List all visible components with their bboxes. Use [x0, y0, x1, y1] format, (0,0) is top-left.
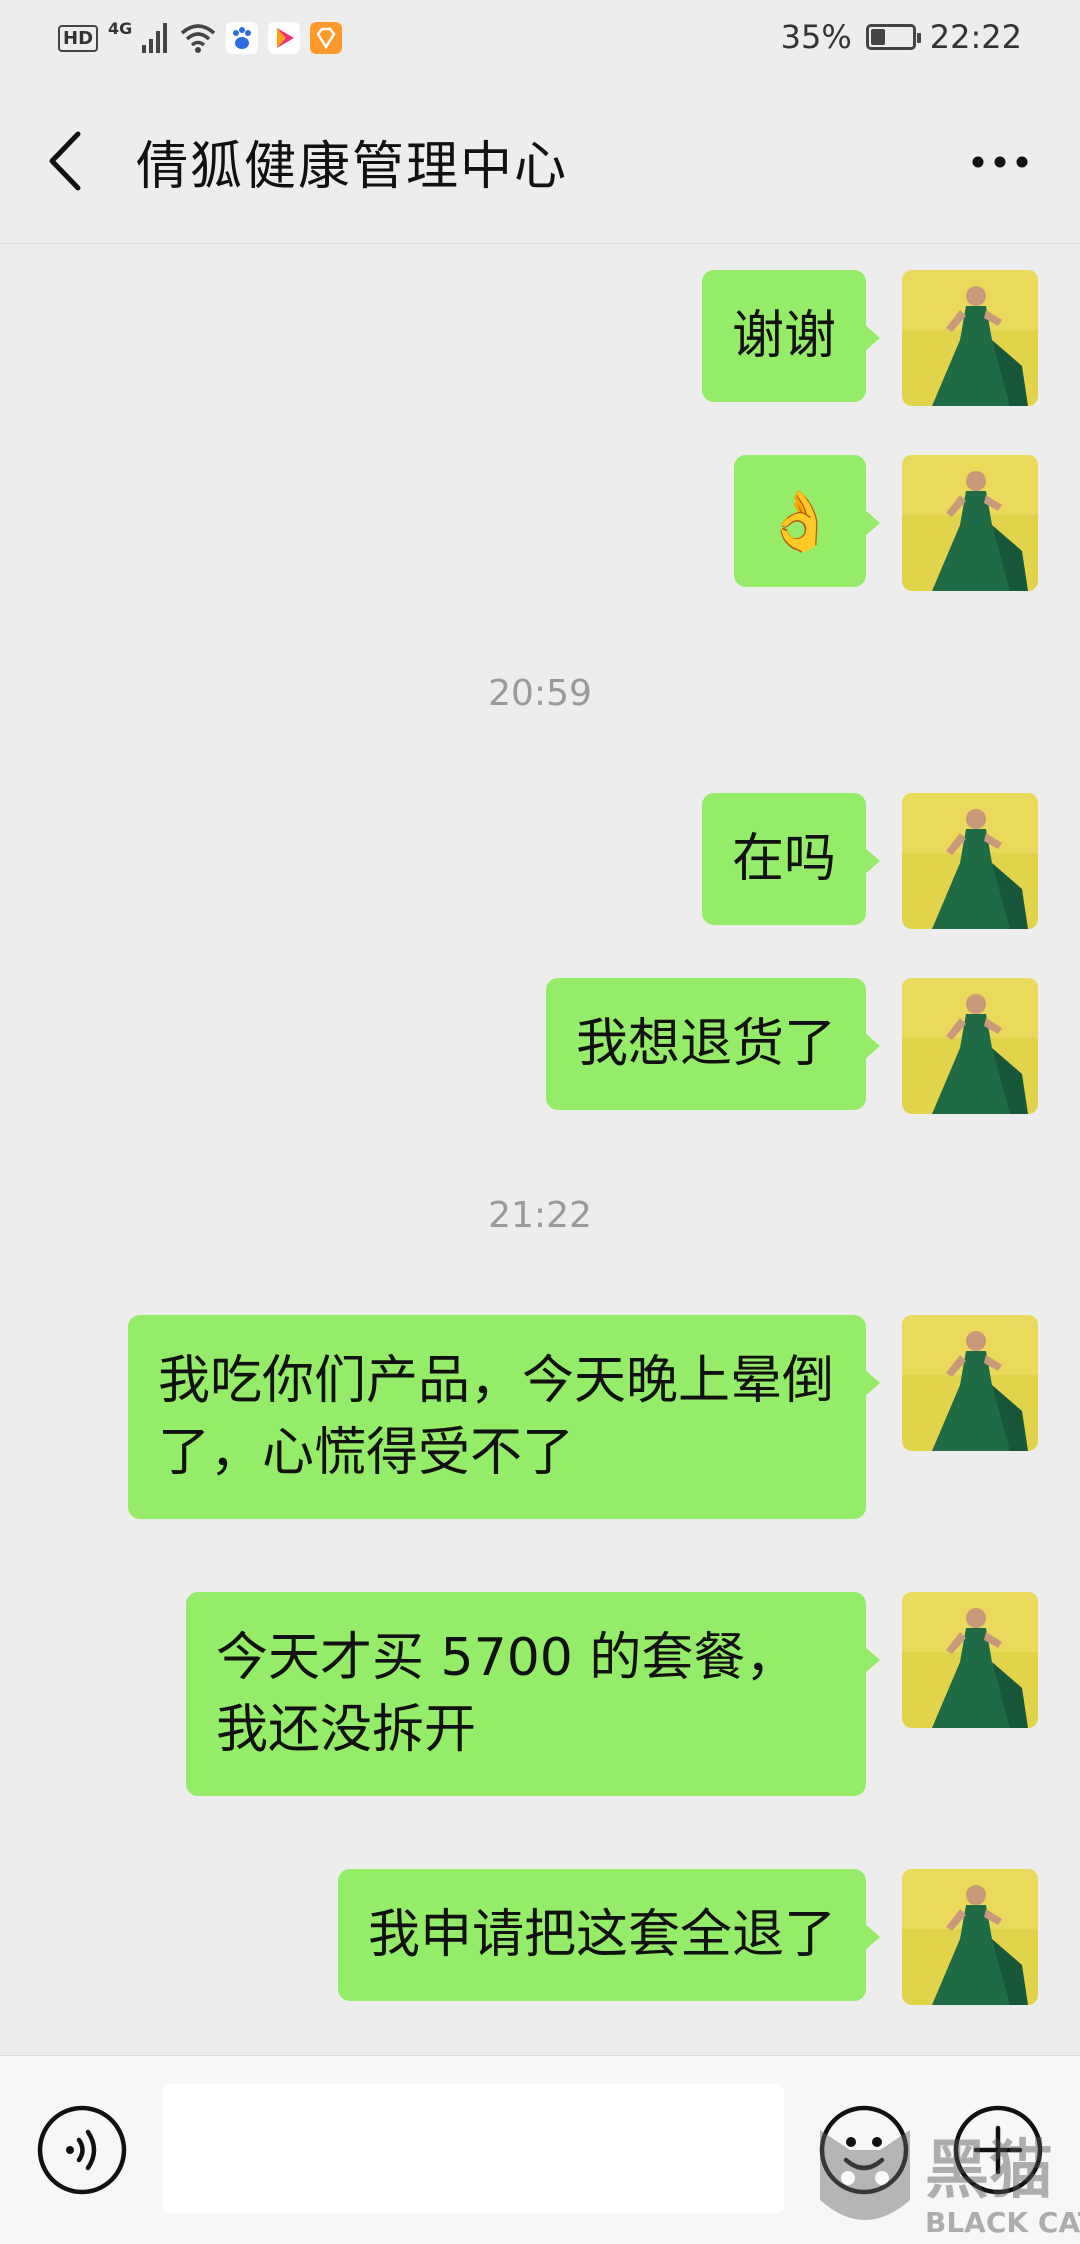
- message-bubble[interactable]: 我申请把这套全退了: [337, 1869, 881, 2001]
- more-button[interactable]: [960, 132, 1040, 192]
- message-row: 👌: [733, 455, 1038, 591]
- message-bubble[interactable]: 👌: [733, 455, 881, 587]
- message-text: 谢谢: [731, 306, 836, 366]
- avatar-image: [902, 1869, 1038, 2005]
- voice-button[interactable]: [36, 2104, 128, 2196]
- back-button[interactable]: [38, 126, 98, 196]
- hd-icon: HD: [58, 24, 99, 52]
- status-left: HD 4G: [58, 18, 343, 54]
- status-right: 35% 22:22: [781, 18, 1022, 56]
- message-text: 我想退货了: [575, 1014, 836, 1074]
- diamond-app-icon: [310, 22, 343, 54]
- message-bubble[interactable]: 今天才买 5700 的套餐，我还没拆开: [186, 1592, 880, 1796]
- message-row: 我吃你们产品，今天晚上晕倒了，心慌得受不了: [128, 1315, 1038, 1519]
- status-bar: HD 4G 35% 22:22: [0, 0, 1080, 82]
- message-row: 谢谢: [701, 270, 1038, 406]
- clock: 22:22: [929, 18, 1022, 56]
- avatar-image: [902, 455, 1038, 591]
- message-bubble[interactable]: 在吗: [701, 793, 881, 925]
- avatar-image: [902, 270, 1038, 406]
- avatar-image: [902, 1315, 1038, 1451]
- avatar-image: [902, 793, 1038, 929]
- message-text: 我吃你们产品，今天晚上晕倒了，心慌得受不了: [158, 1351, 835, 1483]
- avatar-image: [902, 978, 1038, 1114]
- chat-timestamp: 20:59: [488, 673, 592, 714]
- avatar[interactable]: [902, 1315, 1038, 1451]
- chat-area[interactable]: 谢谢 👌 20:59 在吗 我想退货了 21:22 我吃你们产品，今天晚上晕倒了…: [0, 245, 1080, 2055]
- battery-icon: [865, 24, 921, 50]
- avatar-image: [902, 1592, 1038, 1728]
- watermark-cn: 黑猫: [925, 2134, 1053, 2208]
- message-row: 在吗: [701, 793, 1038, 929]
- message-input[interactable]: [162, 2084, 784, 2214]
- message-text: 我申请把这套全退了: [367, 1905, 836, 1965]
- message-row: 我申请把这套全退了: [337, 1869, 1038, 2005]
- voice-icon: [37, 2105, 127, 2195]
- avatar[interactable]: [902, 978, 1038, 1114]
- chat-timestamp: 21:22: [488, 1195, 592, 1236]
- ok-emoji: 👌: [763, 487, 836, 555]
- message-bubble[interactable]: 谢谢: [701, 270, 881, 402]
- message-text: 今天才买 5700 的套餐，我还没拆开: [216, 1628, 798, 1760]
- black-cat-watermark: 黑猫 BLACK CAT: [820, 2130, 1080, 2239]
- message-bubble[interactable]: 我想退货了: [545, 978, 881, 1110]
- watermark-en: BLACK CAT: [925, 2206, 1080, 2239]
- message-row: 今天才买 5700 的套餐，我还没拆开: [186, 1592, 1038, 1796]
- message-text: 在吗: [731, 829, 836, 889]
- avatar[interactable]: [902, 793, 1038, 929]
- message-row: 我想退货了: [545, 978, 1038, 1114]
- avatar[interactable]: [902, 270, 1038, 406]
- wifi-icon: [181, 24, 216, 53]
- baidu-app-icon: [226, 22, 259, 54]
- network-type: 4G: [108, 18, 133, 38]
- chat-title: 倩狐健康管理中心: [136, 137, 569, 197]
- avatar[interactable]: [902, 455, 1038, 591]
- more-dots-icon: [972, 156, 1028, 168]
- chat-header: 倩狐健康管理中心: [0, 82, 1080, 244]
- battery-percent: 35%: [780, 18, 852, 56]
- avatar[interactable]: [902, 1592, 1038, 1728]
- message-bubble[interactable]: 我吃你们产品，今天晚上晕倒了，心慌得受不了: [128, 1315, 880, 1519]
- avatar[interactable]: [902, 1869, 1038, 2005]
- video-app-icon: [268, 22, 301, 54]
- signal-icon: [142, 23, 168, 53]
- chevron-left-icon: [49, 131, 81, 191]
